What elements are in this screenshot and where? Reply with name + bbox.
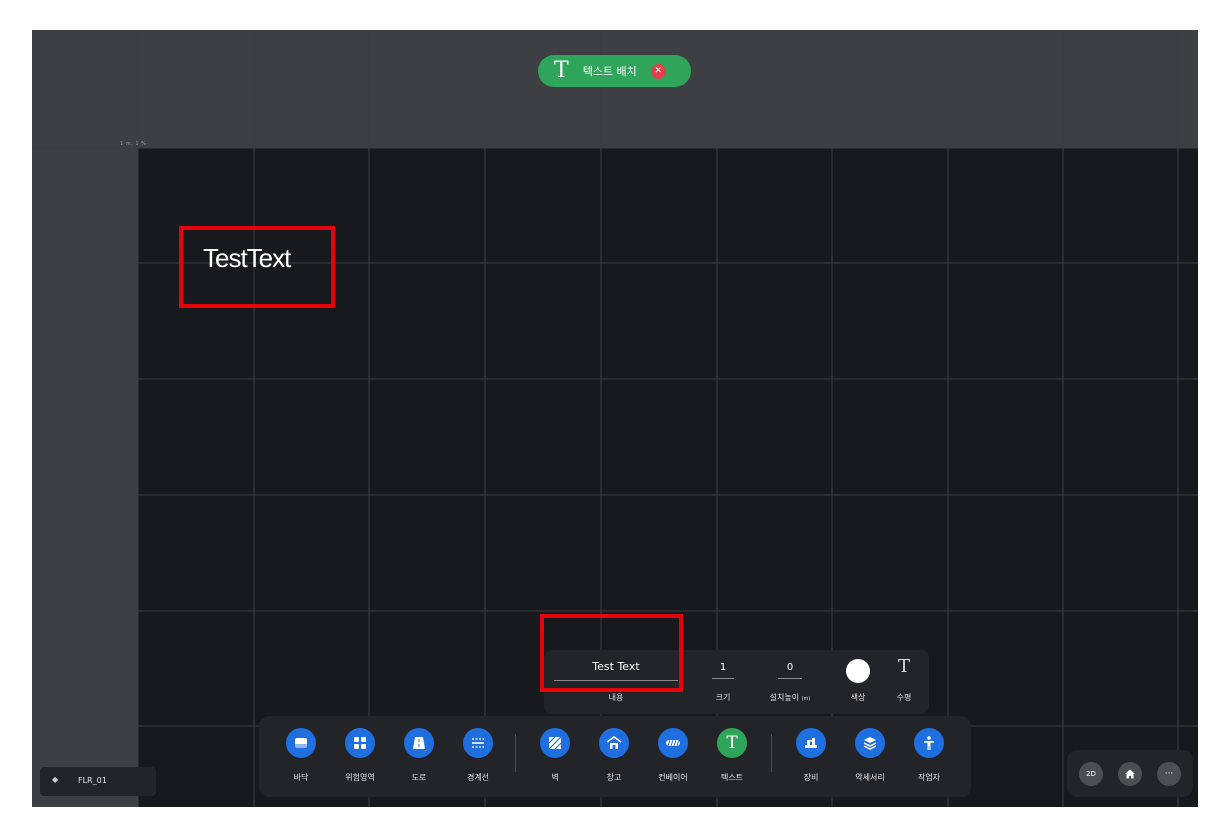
size-label: 크기 <box>715 693 731 702</box>
layers-icon: ◆ <box>52 775 59 784</box>
size-field[interactable]: 1 크기 <box>704 650 742 714</box>
color-field[interactable]: 색상 <box>838 650 878 714</box>
wall-icon[interactable] <box>540 728 570 758</box>
text-placement-mode-pill: T 텍스트 배치 ✕ <box>538 55 691 87</box>
tool-label: 창고 <box>606 773 622 782</box>
placed-text-object[interactable]: TestText <box>203 243 291 274</box>
tool-label: 텍스트 <box>720 773 744 782</box>
content-label: 내용 <box>608 693 624 702</box>
text-icon[interactable]: T <box>717 728 747 758</box>
tool-label: 작업자 <box>917 773 941 782</box>
worker-icon[interactable] <box>914 728 944 758</box>
placement-mode-label: 텍스트 배치 <box>582 65 637 78</box>
floor-label: FLR_01 <box>78 776 107 785</box>
close-icon[interactable]: ✕ <box>650 63 666 79</box>
tool-floor[interactable]: 바닥 <box>271 728 331 788</box>
text-icon: T <box>554 58 569 83</box>
tool-label: 장비 <box>803 773 819 782</box>
height-field[interactable]: 0 설치높이 (m) <box>756 650 824 714</box>
tool-label: 악세서리 <box>855 773 885 782</box>
tool-text[interactable]: T 텍스트 <box>702 728 762 788</box>
floor-selector[interactable]: ◆ FLR_01 <box>40 767 156 796</box>
alignment-label: 수평 <box>896 693 912 702</box>
text-properties-panel: Test Text 내용 1 크기 0 설치높이 (m) 색상 T 수평 <box>544 650 929 714</box>
more-options-icon[interactable]: ··· <box>1157 762 1181 786</box>
color-label: 색상 <box>850 693 866 702</box>
height-label: 설치높이 (m) <box>769 693 811 702</box>
toolbar-separator <box>771 734 772 772</box>
content-underline <box>554 680 678 681</box>
view-controls: 2D ··· <box>1067 750 1193 797</box>
text-align-icon[interactable]: T <box>884 656 924 677</box>
home-icon[interactable] <box>1118 762 1142 786</box>
tool-label: 경계선 <box>466 773 490 782</box>
color-swatch[interactable] <box>846 659 870 683</box>
ruler-label: 1 m, 1 % <box>120 141 147 147</box>
tool-label: 벽 <box>551 773 559 782</box>
tool-conveyor[interactable]: 컨베이어 <box>643 728 703 788</box>
alignment-field[interactable]: T 수평 <box>884 650 924 714</box>
road-icon[interactable] <box>404 728 434 758</box>
conveyor-icon[interactable] <box>658 728 688 758</box>
warehouse-icon[interactable] <box>599 728 629 758</box>
floor-icon[interactable] <box>286 728 316 758</box>
editor-canvas[interactable]: 1 m, 1 % T 텍스트 배치 ✕ TestText Test Text 내… <box>32 30 1198 807</box>
tool-label: 위험영역 <box>345 773 375 782</box>
accessory-icon[interactable] <box>855 728 885 758</box>
danger-zone-icon[interactable] <box>345 728 375 758</box>
tool-label: 도로 <box>411 773 427 782</box>
height-underline <box>778 678 802 679</box>
tool-boundary[interactable]: 경계선 <box>448 728 508 788</box>
boundary-icon[interactable] <box>463 728 493 758</box>
content-field[interactable]: Test Text 내용 <box>554 650 678 714</box>
toolbar-separator <box>515 734 516 772</box>
view-2d-button[interactable]: 2D <box>1079 762 1103 786</box>
size-input[interactable]: 1 <box>704 662 742 673</box>
tool-accessory[interactable]: 악세서리 <box>840 728 900 788</box>
tool-label: 컨베이어 <box>658 773 688 782</box>
tool-danger-zone[interactable]: 위험영역 <box>330 728 390 788</box>
object-toolbar: 바닥 위험영역 도로 경계선 벽 창고 컨베이어 T 텍스트 장비 악세서리 작… <box>259 716 971 797</box>
tool-worker[interactable]: 작업자 <box>899 728 959 788</box>
tool-equipment[interactable]: 장비 <box>781 728 841 788</box>
height-input[interactable]: 0 <box>756 662 824 673</box>
size-underline <box>712 678 734 679</box>
tool-road[interactable]: 도로 <box>389 728 449 788</box>
content-input[interactable]: Test Text <box>554 660 678 673</box>
equipment-icon[interactable] <box>796 728 826 758</box>
tool-warehouse[interactable]: 창고 <box>584 728 644 788</box>
tool-label: 바닥 <box>293 773 309 782</box>
tool-wall[interactable]: 벽 <box>525 728 585 788</box>
